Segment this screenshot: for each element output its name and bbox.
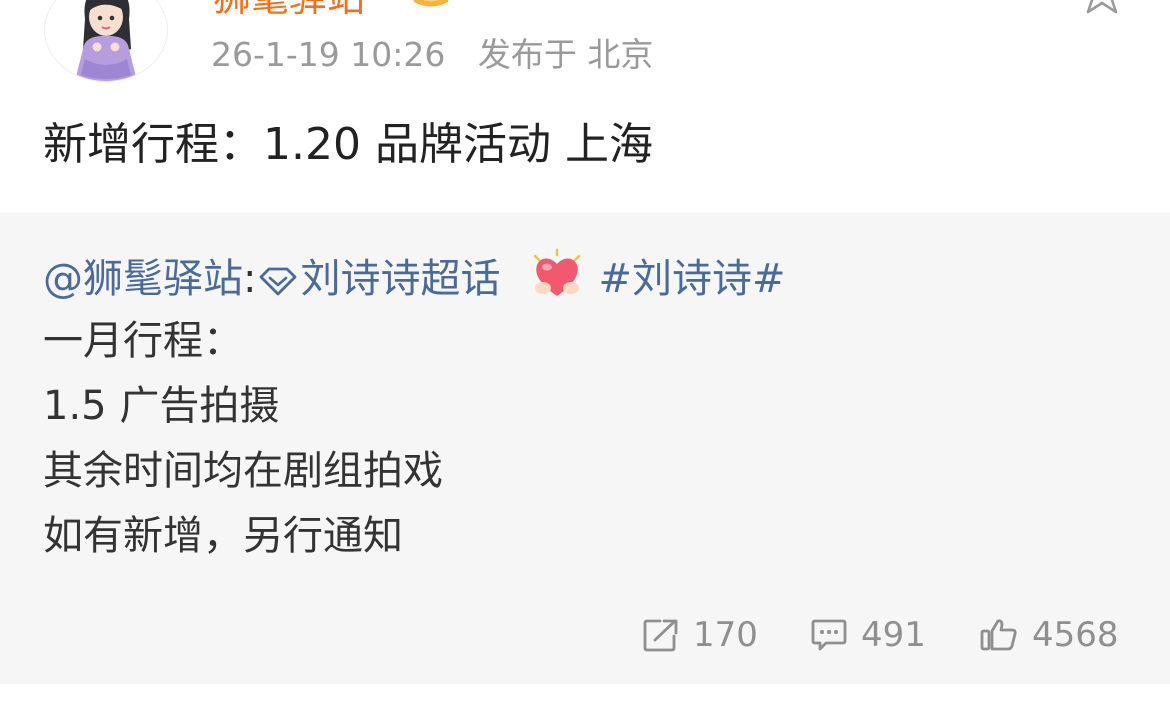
share-icon [643, 619, 678, 652]
repost-card[interactable]: @狮髦驿站: 刘诗诗超话 #刘诗诗# 一月行程： 1.5 广告拍摄 其余时间均在… [0, 213, 1170, 684]
like-count: 4568 [1032, 615, 1119, 655]
supertopic-link[interactable]: 刘诗诗超话 [300, 256, 500, 302]
hashtag-link[interactable]: #刘诗诗# [598, 256, 785, 302]
post-location: 发布于 北京 [477, 35, 654, 74]
repost-text-line: 其余时间均在剧组拍戏 [43, 448, 443, 494]
like-icon [980, 619, 1017, 651]
supertopic-diamond-icon [258, 258, 298, 308]
post-text: 新增行程：1.20 品牌活动 上海 [43, 119, 653, 170]
post-time: 26-1-19 10:26 [211, 35, 446, 74]
post-meta: 26-1-19 10:26 发布于 北京 [211, 34, 653, 76]
comment-button[interactable]: 491 [811, 615, 926, 655]
author-name[interactable]: 狮髦驿站 [213, 0, 365, 20]
avatar[interactable] [44, 0, 168, 82]
repost-header-line: @狮髦驿站: 刘诗诗超话 #刘诗诗# [43, 248, 786, 314]
repost-text-line: 如有新增，另行通知 [43, 513, 403, 559]
heart-emoji-icon [530, 248, 584, 314]
like-button[interactable]: 4568 [980, 615, 1119, 655]
share-count: 170 [693, 615, 758, 655]
vip-badge-icon [408, 0, 454, 16]
star-icon[interactable] [1078, 0, 1126, 24]
repost-text-line: 1.5 广告拍摄 [43, 383, 280, 429]
mention-colon: : [243, 256, 257, 302]
share-button[interactable]: 170 [643, 615, 758, 655]
repost-text-line: 一月行程： [43, 318, 243, 364]
mention-link[interactable]: @狮髦驿站 [43, 256, 243, 302]
comment-icon [811, 619, 847, 651]
comment-count: 491 [861, 615, 926, 655]
